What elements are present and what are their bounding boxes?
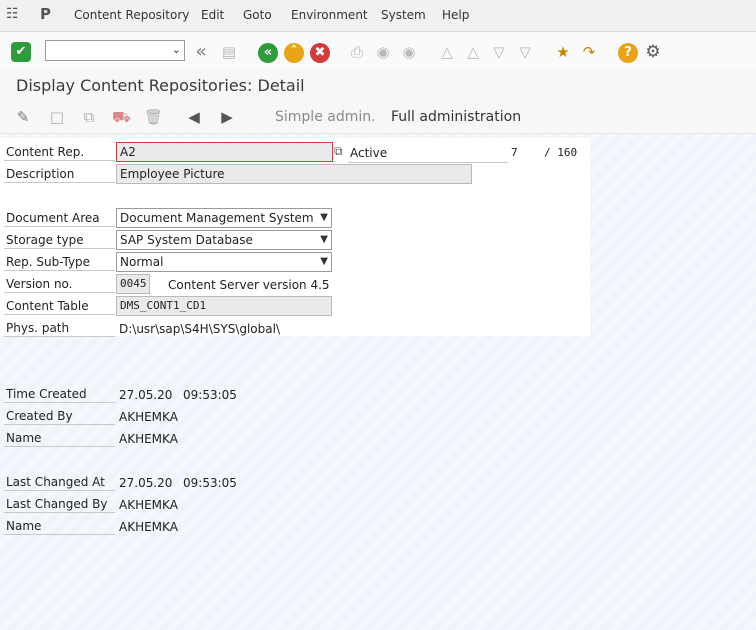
- menu-system[interactable]: System: [381, 8, 426, 22]
- storage-type-value: SAP System Database: [120, 233, 253, 247]
- last-page-icon[interactable]: ▽: [516, 43, 534, 61]
- new-document-icon[interactable]: □: [48, 108, 66, 126]
- help-icon[interactable]: ?: [618, 43, 638, 63]
- version-field: 0045: [116, 274, 150, 294]
- time-created-label: Time Created: [4, 385, 115, 403]
- copy-icon[interactable]: ⧉: [80, 108, 98, 126]
- back-button[interactable]: «: [258, 43, 278, 63]
- copy-value-icon[interactable]: ⧉: [334, 144, 343, 159]
- content-table-label: Content Table: [4, 297, 115, 315]
- last-changed-time: 09:53:05: [183, 476, 237, 490]
- print-icon[interactable]: ⎙: [348, 43, 366, 61]
- name-label: Name: [4, 429, 115, 447]
- create-session-icon[interactable]: ★: [554, 43, 572, 61]
- menu-help[interactable]: Help: [442, 8, 469, 22]
- display-change-icon[interactable]: ✎: [14, 108, 32, 126]
- settings-gear-icon[interactable]: ⚙: [644, 43, 662, 61]
- content-table-field: DMS_CONT1_CD1: [116, 296, 332, 316]
- version-value: 0045: [120, 277, 147, 290]
- status-underline: [348, 162, 508, 163]
- description-field: Employee Picture: [116, 164, 472, 184]
- name-value: AKHEMKA: [119, 520, 178, 534]
- shortcut-icon[interactable]: ↷: [580, 43, 598, 61]
- content-table-value: DMS_CONT1_CD1: [120, 299, 207, 312]
- cancel-button[interactable]: ✖: [310, 43, 330, 63]
- menu-bar: ☷ P Content Repository Edit Goto Environ…: [0, 0, 756, 32]
- previous-arrow-icon[interactable]: ◀: [185, 108, 203, 126]
- rep-subtype-select[interactable]: Normal ▼: [116, 252, 332, 272]
- version-label: Version no.: [4, 275, 115, 293]
- sap-menu-icon[interactable]: ☷: [6, 6, 19, 22]
- time-created-time: 09:53:05: [183, 388, 237, 402]
- phys-path-label: Phys. path: [4, 319, 115, 337]
- chevron-down-icon[interactable]: ▼: [320, 209, 328, 227]
- status-text: Active: [350, 146, 388, 160]
- page-title: Display Content Repositories: Detail: [16, 76, 305, 95]
- find-next-icon[interactable]: ◉: [400, 43, 418, 61]
- phys-path-value: D:\usr\sap\S4H\SYS\global\: [119, 322, 280, 336]
- rep-subtype-label: Rep. Sub-Type: [4, 253, 115, 271]
- document-area-select[interactable]: Document Management System ▼: [116, 208, 332, 228]
- document-area-value: Document Management System: [120, 211, 314, 225]
- enter-button[interactable]: ✔: [11, 42, 31, 62]
- full-administration-button[interactable]: Full administration: [391, 109, 521, 125]
- first-page-icon[interactable]: △: [438, 43, 456, 61]
- name-label: Name: [4, 517, 115, 535]
- menu-edit[interactable]: Edit: [201, 8, 224, 22]
- last-changed-by-value: AKHEMKA: [119, 498, 178, 512]
- menu-goto[interactable]: Goto: [243, 8, 272, 22]
- menu-environment[interactable]: Environment: [291, 8, 368, 22]
- name-value: AKHEMKA: [119, 432, 178, 446]
- last-changed-by-label: Last Changed By: [4, 495, 115, 513]
- description-value: Employee Picture: [120, 167, 225, 181]
- rep-subtype-value: Normal: [120, 255, 164, 269]
- chevron-down-icon[interactable]: ▼: [320, 253, 328, 271]
- menu-content-repository[interactable]: Content Repository: [74, 8, 189, 22]
- chevron-down-icon[interactable]: ▼: [320, 231, 328, 249]
- simple-admin-button[interactable]: Simple admin.: [275, 109, 376, 125]
- version-text: Content Server version 4.5: [168, 278, 330, 292]
- created-by-label: Created By: [4, 407, 115, 425]
- next-arrow-icon[interactable]: ▶: [218, 108, 236, 126]
- double-left-arrow-icon[interactable]: «: [192, 43, 210, 61]
- chevron-down-icon[interactable]: ⌄: [172, 43, 181, 56]
- time-created-date: 27.05.20: [119, 388, 173, 402]
- transport-icon[interactable]: ⛟: [112, 108, 131, 126]
- content-rep-field[interactable]: A2: [116, 142, 333, 162]
- storage-type-label: Storage type: [4, 231, 115, 249]
- created-by-value: AKHEMKA: [119, 410, 178, 424]
- sap-logo-icon[interactable]: P: [40, 5, 51, 23]
- page-current: 7: [511, 146, 518, 159]
- find-icon[interactable]: ◉: [374, 43, 392, 61]
- next-page-icon[interactable]: ▽: [490, 43, 508, 61]
- exit-button[interactable]: ˆ: [284, 43, 304, 63]
- last-changed-at-label: Last Changed At: [4, 473, 115, 491]
- command-field[interactable]: ⌄: [45, 40, 185, 61]
- page-total: / 160: [544, 146, 578, 159]
- description-label: Description: [4, 165, 115, 183]
- storage-type-select[interactable]: SAP System Database ▼: [116, 230, 332, 250]
- save-icon[interactable]: ▤: [220, 43, 238, 61]
- content-rep-label: Content Rep.: [4, 143, 115, 161]
- document-area-label: Document Area: [4, 209, 115, 227]
- last-changed-date: 27.05.20: [119, 476, 173, 490]
- delete-trash-icon[interactable]: 🗑: [144, 108, 163, 126]
- content-rep-value: A2: [120, 145, 136, 159]
- previous-page-icon[interactable]: △: [464, 43, 482, 61]
